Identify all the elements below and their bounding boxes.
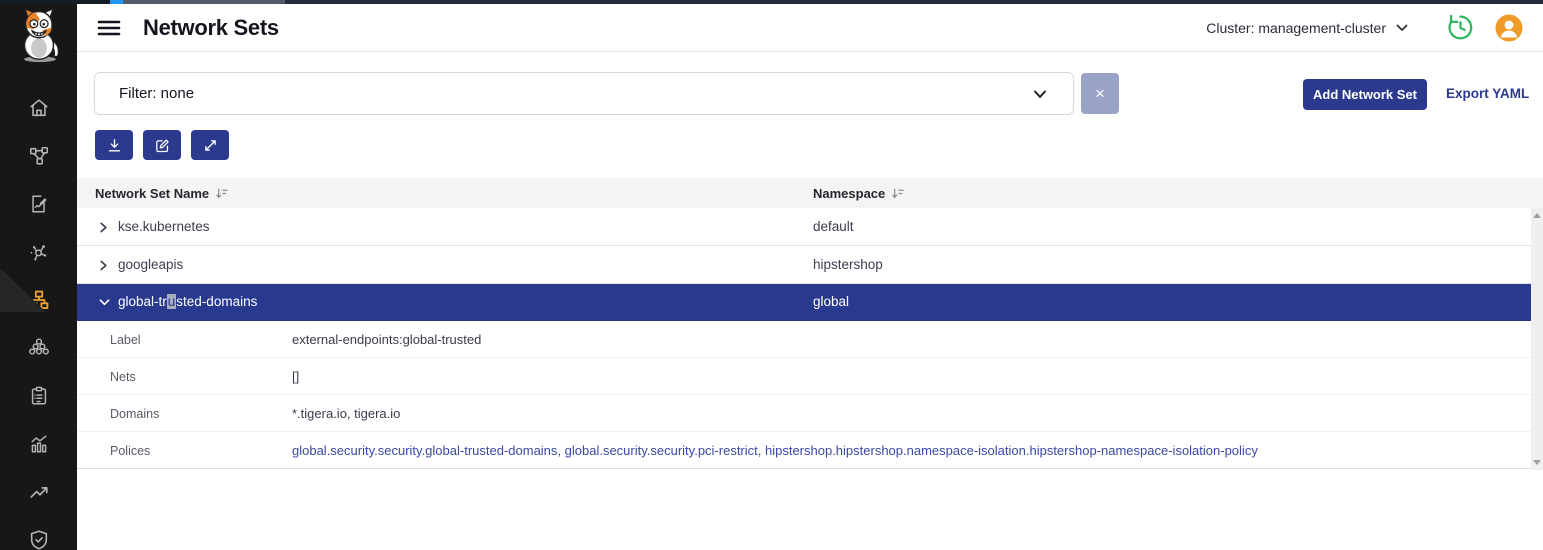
- network-set-name: googleapis: [118, 257, 183, 272]
- chevron-right-icon[interactable]: [99, 222, 108, 233]
- text-cursor-highlight: u: [167, 294, 177, 309]
- sidebar-item-endpoints[interactable]: [27, 337, 51, 359]
- chevron-down-icon: [1033, 89, 1047, 100]
- edit-icon: [154, 137, 171, 154]
- sidebar-item-timeline[interactable]: [27, 481, 51, 503]
- export-yaml-link[interactable]: Export YAML: [1446, 86, 1529, 101]
- calico-cat-logo[interactable]: [9, 5, 69, 63]
- dashboard-icon: [28, 433, 50, 455]
- detail-row-domains: Domains *.tigera.io, tigera.io: [77, 395, 1531, 432]
- namespace-cell: global: [813, 294, 849, 309]
- clear-filter-button[interactable]: ×: [1081, 73, 1119, 114]
- cluster-selector[interactable]: Cluster: management-cluster: [1206, 20, 1408, 36]
- expand-button[interactable]: [191, 130, 229, 160]
- detail-key: Polices: [110, 444, 150, 458]
- detail-value-policies[interactable]: global.security.security.global-trusted-…: [292, 443, 1258, 458]
- service-graph-icon: [28, 145, 50, 167]
- timeline-icon: [28, 481, 50, 503]
- chevron-down-icon[interactable]: [99, 298, 110, 307]
- detail-row-label: Label external-endpoints:global-trusted: [77, 321, 1531, 358]
- filter-value: Filter: none: [119, 85, 194, 102]
- download-icon: [106, 137, 123, 154]
- detail-value: *.tigera.io, tigera.io: [292, 406, 400, 421]
- download-button[interactable]: [95, 130, 133, 160]
- sort-icon: [891, 187, 904, 200]
- detail-key: Domains: [110, 407, 159, 421]
- main-content: Filter: none × Add Network Set Export YA…: [77, 52, 1543, 550]
- sidebar: [0, 4, 77, 550]
- column-label: Network Set Name: [95, 186, 209, 201]
- name-part: global-tr: [118, 294, 167, 309]
- cluster-selector-label: Cluster: management-cluster: [1206, 20, 1386, 36]
- add-network-set-button[interactable]: Add Network Set: [1303, 79, 1427, 110]
- sidebar-item-policies[interactable]: [27, 193, 51, 215]
- top-bar: Network Sets Cluster: management-cluster: [77, 4, 1543, 52]
- sidebar-corner-decoration: [0, 268, 46, 312]
- sidebar-item-service-graph[interactable]: [27, 145, 51, 167]
- column-header-network-set-name[interactable]: Network Set Name: [95, 178, 228, 208]
- expand-icon: [202, 137, 219, 154]
- app-root: Network Sets Cluster: management-cluster…: [0, 0, 1543, 550]
- table-row[interactable]: googleapis hipstershop: [77, 246, 1531, 284]
- sidebar-item-threat-defense[interactable]: [27, 529, 51, 550]
- filter-dropdown[interactable]: Filter: none: [94, 72, 1074, 115]
- toolbar: [95, 130, 229, 160]
- endpoints-icon: [28, 337, 50, 359]
- page-title: Network Sets: [143, 15, 279, 41]
- compliance-reports-icon: [28, 385, 50, 407]
- user-avatar-icon[interactable]: [1495, 14, 1523, 42]
- network-set-name: kse.kubernetes: [118, 219, 210, 234]
- table-row-selected[interactable]: global-trusted-domains global: [77, 284, 1531, 321]
- name-part: sted-domains: [176, 294, 257, 309]
- scroll-down-icon[interactable]: [1533, 460, 1541, 465]
- detail-row-polices: Polices global.security.security.global-…: [77, 432, 1531, 469]
- detail-value: external-endpoints:global-trusted: [292, 332, 481, 347]
- column-label: Namespace: [813, 186, 885, 201]
- column-header-namespace[interactable]: Namespace: [813, 178, 904, 208]
- namespace-cell: hipstershop: [813, 257, 883, 272]
- edit-button[interactable]: [143, 130, 181, 160]
- network-visualization-icon: [28, 241, 50, 263]
- home-icon: [28, 97, 50, 119]
- history-restore-icon[interactable]: [1446, 13, 1475, 42]
- menu-icon[interactable]: [96, 16, 122, 40]
- sidebar-item-home[interactable]: [27, 97, 51, 119]
- close-icon: ×: [1095, 84, 1105, 104]
- network-set-name: global-trusted-domains: [118, 294, 257, 309]
- sidebar-item-dashboard[interactable]: [27, 433, 51, 455]
- namespace-cell: default: [813, 219, 854, 234]
- sidebar-item-compliance-reports[interactable]: [27, 385, 51, 407]
- sidebar-item-network-visualization[interactable]: [27, 241, 51, 263]
- policies-icon: [28, 193, 50, 215]
- detail-key: Nets: [110, 370, 136, 384]
- detail-row-nets: Nets []: [77, 358, 1531, 395]
- table-scrollbar[interactable]: [1531, 208, 1543, 470]
- table-row[interactable]: kse.kubernetes default: [77, 208, 1531, 246]
- network-sets-table: Network Set Name Namespace kse.kubernete…: [77, 178, 1543, 469]
- detail-key: Label: [110, 333, 141, 347]
- detail-value: []: [292, 369, 299, 384]
- scroll-up-icon[interactable]: [1533, 213, 1541, 218]
- table-header: Network Set Name Namespace: [77, 178, 1543, 208]
- sort-icon: [215, 187, 228, 200]
- chevron-right-icon[interactable]: [99, 260, 108, 271]
- sidebar-nav: [0, 97, 77, 550]
- threat-defense-shield-icon: [28, 529, 50, 550]
- chevron-down-icon: [1396, 24, 1408, 32]
